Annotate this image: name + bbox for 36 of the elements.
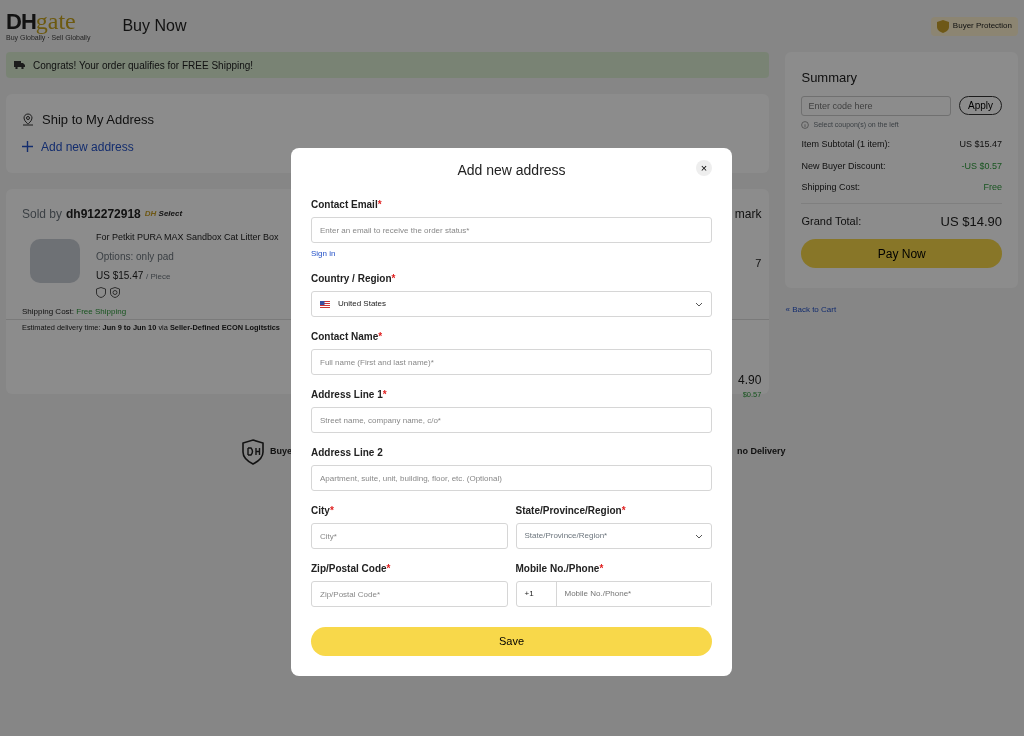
- logo-word: gate: [35, 8, 76, 33]
- item-price-fragment: 7: [755, 256, 762, 271]
- seller-name: dh912272918: [66, 206, 141, 223]
- field-label: Country / Region*: [311, 272, 397, 286]
- logo-mark: DH: [6, 10, 36, 33]
- shipping-cost-line: Shipping Cost: Free Shipping: [22, 305, 127, 318]
- seller-label: DH Select: [144, 208, 183, 220]
- product-options: Options: only pad: [96, 248, 279, 264]
- footer-guarantee-text: no Delivery: [736, 445, 786, 459]
- ship-title: Ship to My Address: [42, 111, 154, 129]
- field-label: Zip/Postal Code*: [311, 562, 392, 576]
- field-label: Contact Name*: [311, 330, 384, 344]
- field-label: State/Province/Region*: [515, 504, 627, 518]
- banner-text: Congrats! Your order qualifies for FREE Shipping!: [33, 58, 254, 73]
- summary-label: Item Subtotal (1 item):: [801, 138, 890, 151]
- grand-total-value: US $14.90: [940, 212, 1002, 231]
- total-fragment: 4.90: [738, 371, 762, 389]
- summary-title: Summary: [801, 69, 859, 87]
- field-label: Address Line 2: [311, 446, 384, 460]
- summary-value: Free: [983, 181, 1002, 194]
- dialog-title: Add new address: [457, 161, 566, 180]
- summary-label: New Buyer Discount:: [801, 159, 886, 173]
- grand-total-label: Grand Total:: [801, 214, 862, 229]
- summary-value: -US $0.57: [961, 159, 1002, 173]
- field-label: Address Line 1*: [311, 388, 388, 402]
- product-price: US $15.47 / Piece: [96, 268, 172, 283]
- field-label: Contact Email*: [311, 198, 383, 212]
- page-title: Buy Now: [122, 16, 187, 36]
- remark-column-text: mark: [734, 206, 762, 223]
- footer-guarantee-text: Buye: [270, 445, 292, 459]
- summary-value: US $15.47: [959, 138, 1002, 151]
- product-title: For Petkit PURA MAX Sandbox Cat Litter Box: [96, 231, 279, 244]
- field-label: Mobile No./Phone*: [515, 562, 605, 576]
- sold-by-label: Sold by: [22, 206, 63, 223]
- field-label: City*: [311, 504, 335, 518]
- summary-label: Shipping Cost:: [801, 181, 860, 194]
